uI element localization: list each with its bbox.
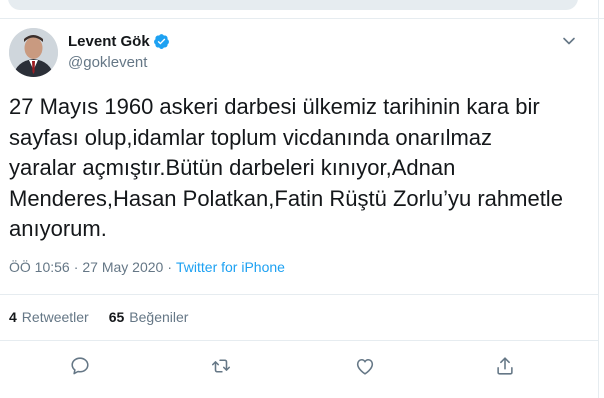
author-handle[interactable]: @goklevent xyxy=(68,54,147,71)
share-icon[interactable] xyxy=(492,353,518,379)
likes-label: Beğeniler xyxy=(129,309,189,325)
heart-icon[interactable] xyxy=(352,353,378,379)
search-bar-edge[interactable] xyxy=(8,0,578,10)
retweets-stat[interactable]: 4 Retweetler xyxy=(9,309,89,325)
tweet-date[interactable]: 27 May 2020 xyxy=(82,259,163,275)
author-name-row[interactable]: Levent Gök xyxy=(68,33,170,50)
retweet-icon[interactable] xyxy=(208,353,234,379)
tweet-source-link[interactable]: Twitter for iPhone xyxy=(176,259,285,275)
verified-badge-icon xyxy=(153,33,170,50)
meta-separator: · xyxy=(167,259,172,275)
retweets-label: Retweetler xyxy=(21,309,89,325)
meta-separator: · xyxy=(73,259,79,275)
top-divider xyxy=(0,18,604,19)
likes-count: 65 xyxy=(108,309,125,325)
column-border xyxy=(598,0,599,398)
avatar[interactable] xyxy=(9,28,58,77)
stats-divider-bottom xyxy=(0,340,598,341)
stats-divider-top xyxy=(0,294,598,295)
tweet-actions xyxy=(0,353,598,379)
tweet-metadata: ÖÖ 10:56 · 27 May 2020 · Twitter for iPh… xyxy=(9,259,285,275)
engagement-stats: 4 Retweetler 65 Beğeniler xyxy=(9,309,188,325)
reply-icon[interactable] xyxy=(67,353,93,379)
tweet-time[interactable]: ÖÖ 10:56 xyxy=(9,259,70,275)
top-bar xyxy=(0,0,604,18)
likes-stat[interactable]: 65 Beğeniler xyxy=(109,309,189,325)
chevron-down-icon[interactable] xyxy=(562,34,576,48)
author-display-name[interactable]: Levent Gök xyxy=(68,33,150,50)
tweet-text: 27 Mayıs 1960 askeri darbesi ülkemiz tar… xyxy=(9,94,563,241)
retweets-count: 4 xyxy=(9,309,17,325)
